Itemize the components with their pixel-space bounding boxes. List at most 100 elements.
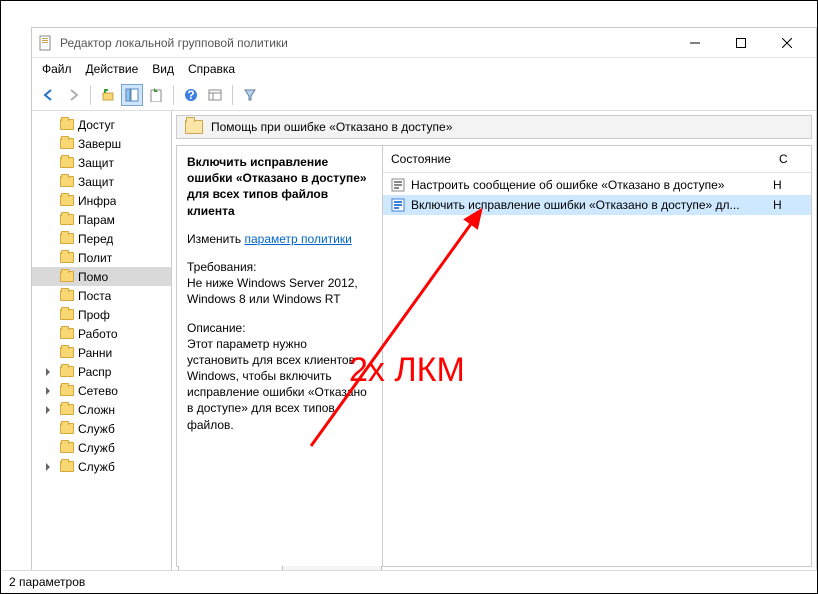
setting-label: Включить исправление ошибки «Отказано в … (411, 198, 767, 212)
tree-item[interactable]: Проф (32, 305, 171, 324)
tree-label: Инфра (78, 194, 116, 208)
folder-icon (60, 404, 74, 415)
description-pane: Включить исправление ошибки «Отказано в … (177, 146, 382, 566)
tree-item[interactable]: Защит (32, 172, 171, 191)
tree-item[interactable]: Защит (32, 153, 171, 172)
menu-action[interactable]: Действие (86, 62, 139, 76)
tree-item[interactable]: Парам (32, 210, 171, 229)
menu-bar: Файл Действие Вид Справка (32, 58, 816, 82)
minimize-button[interactable] (672, 28, 718, 58)
tree-pane[interactable]: Достуг Заверш Защит Защит Инфра Парам Перед Пол… (32, 111, 172, 592)
folder-icon (60, 214, 74, 225)
maximize-button[interactable] (718, 28, 764, 58)
up-button[interactable] (97, 84, 119, 106)
client-area: Достуг Заверш Защит Защит Инфра Парам Перед Пол… (32, 111, 816, 592)
properties-button[interactable] (204, 84, 226, 106)
tree-item[interactable]: Заверш (32, 134, 171, 153)
setting-icon (391, 178, 405, 192)
col-c[interactable]: С (771, 146, 811, 172)
app-icon (38, 35, 54, 51)
tree-item[interactable]: Служб (32, 419, 171, 438)
edit-policy-link[interactable]: параметр политики (244, 232, 351, 246)
list-header: Состояние С (383, 146, 811, 173)
content-pane: Помощь при ошибке «Отказано в доступе» В… (172, 111, 816, 592)
requirements-text: Не ниже Windows Server 2012, Windows 8 и… (187, 275, 372, 307)
tree-label: Сложн (78, 403, 115, 417)
filter-button[interactable] (239, 84, 261, 106)
tree-label: Служб (78, 460, 115, 474)
tree-item[interactable]: Инфра (32, 191, 171, 210)
setting-state: Н (773, 178, 803, 192)
folder-icon (60, 233, 74, 244)
settings-list: Состояние С Настроить сообщение об ошибк… (382, 146, 811, 566)
tree-item[interactable]: Полит (32, 248, 171, 267)
folder-icon (60, 195, 74, 206)
tree-label: Защит (78, 175, 114, 189)
menu-file[interactable]: Файл (42, 62, 72, 76)
tree-item[interactable]: Ранни (32, 343, 171, 362)
folder-icon (60, 138, 74, 149)
tree-label: Работо (78, 327, 118, 341)
setting-row[interactable]: Настроить сообщение об ошибке «Отказано … (383, 175, 811, 195)
folder-icon (60, 252, 74, 263)
folder-icon (60, 119, 74, 130)
tree-label: Проф (78, 308, 110, 322)
tree-item[interactable]: Сетево (32, 381, 171, 400)
setting-row[interactable]: Включить исправление ошибки «Отказано в … (383, 195, 811, 215)
edit-label: Изменить (187, 232, 241, 246)
menu-help[interactable]: Справка (188, 62, 235, 76)
app-window: Редактор локальной групповой политики Фа… (31, 27, 817, 593)
tree-label: Парам (78, 213, 115, 227)
description-label: Описание: (187, 320, 372, 336)
tree-label: Распр (78, 365, 111, 379)
col-state[interactable]: Состояние (383, 146, 771, 172)
status-bar: 2 параметров (1, 570, 817, 593)
tree-label: Заверш (78, 137, 121, 151)
title-bar: Редактор локальной групповой политики (32, 28, 816, 58)
tree-label: Поста (78, 289, 111, 303)
tree-item[interactable]: Распр (32, 362, 171, 381)
policy-title: Включить исправление ошибки «Отказано в … (187, 155, 367, 218)
location-header: Помощь при ошибке «Отказано в доступе» (176, 115, 812, 139)
export-button[interactable] (145, 84, 167, 106)
tree-label: Перед (78, 232, 113, 246)
tree-item[interactable]: Сложн (32, 400, 171, 419)
tree-label: Сетево (78, 384, 118, 398)
folder-icon (60, 271, 74, 282)
tree-item[interactable]: Помо (32, 267, 171, 286)
folder-open-icon (185, 120, 203, 134)
back-button[interactable] (38, 84, 60, 106)
folder-icon (60, 309, 74, 320)
close-button[interactable] (764, 28, 810, 58)
tree-item[interactable]: Служб (32, 438, 171, 457)
requirements-label: Требования: (187, 259, 372, 275)
tree-label: Служб (78, 441, 115, 455)
folder-icon (60, 290, 74, 301)
setting-icon (391, 198, 405, 212)
tree-item[interactable]: Работо (32, 324, 171, 343)
setting-state: Н (773, 198, 803, 212)
tree-label: Достуг (78, 118, 115, 132)
folder-icon (60, 385, 74, 396)
svg-text:?: ? (187, 88, 194, 102)
tree-label: Защит (78, 156, 114, 170)
show-tree-button[interactable] (121, 84, 143, 106)
window-title: Редактор локальной групповой политики (60, 36, 672, 50)
forward-button[interactable] (62, 84, 84, 106)
location-text: Помощь при ошибке «Отказано в доступе» (211, 120, 452, 134)
menu-view[interactable]: Вид (152, 62, 174, 76)
folder-icon (60, 157, 74, 168)
tree-label: Помо (78, 270, 108, 284)
folder-icon (60, 176, 74, 187)
tree-label: Полит (78, 251, 112, 265)
folder-icon (60, 423, 74, 434)
folder-icon (60, 461, 74, 472)
description-text: Этот параметр нужно установить для всех … (187, 336, 372, 433)
tree-item[interactable]: Достуг (32, 115, 171, 134)
folder-icon (60, 347, 74, 358)
tree-item[interactable]: Поста (32, 286, 171, 305)
toolbar: ? (32, 82, 816, 111)
tree-item[interactable]: Перед (32, 229, 171, 248)
tree-item[interactable]: Служб (32, 457, 171, 476)
help-button[interactable]: ? (180, 84, 202, 106)
